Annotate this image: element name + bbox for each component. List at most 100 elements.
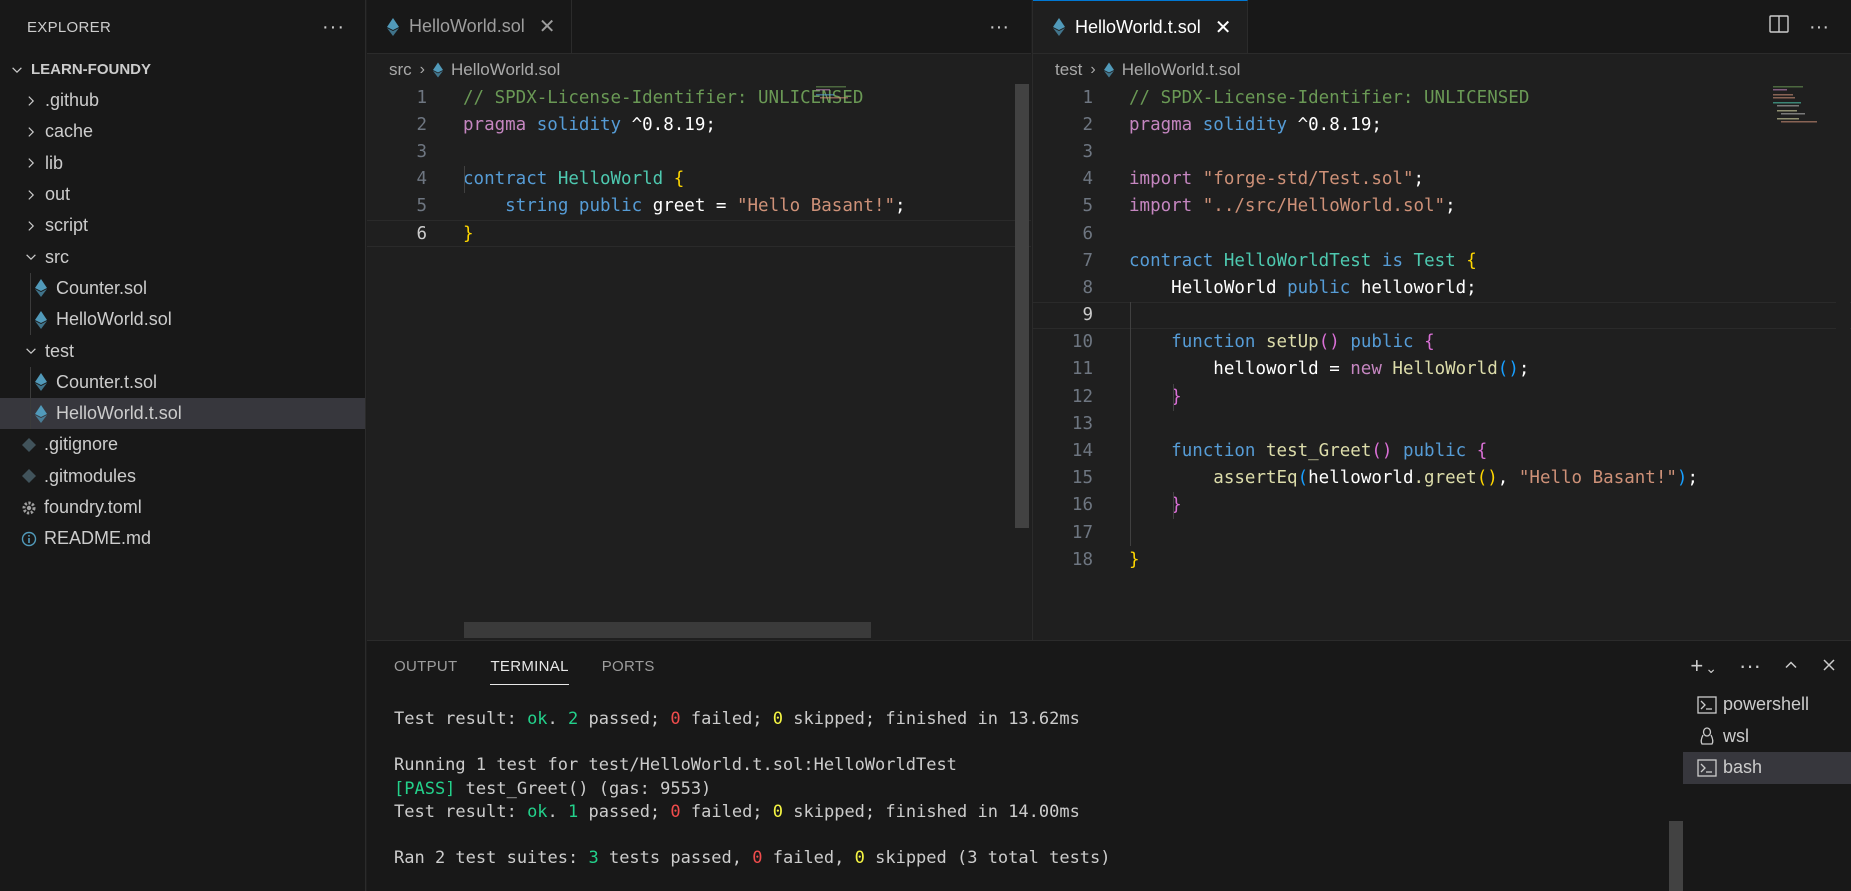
line-number: 2: [416, 114, 427, 135]
line-number: 4: [416, 169, 427, 190]
minimap[interactable]: [808, 84, 868, 640]
terminal-item-label: bash: [1723, 757, 1763, 778]
solidity-file-icon: [32, 310, 50, 329]
code-keyword: new: [1350, 359, 1382, 380]
tree-item-helloworld-t-sol[interactable]: HelloWorld.t.sol: [0, 397, 365, 430]
breadcrumb-file[interactable]: HelloWorld.sol: [451, 60, 560, 80]
chevron-right-icon: [22, 217, 40, 235]
code-text: ^0.8.19;: [1287, 114, 1382, 135]
more-actions-icon[interactable]: ···: [1809, 16, 1829, 39]
code-keyword: pragma: [463, 114, 527, 135]
line-number: 3: [1082, 141, 1093, 162]
more-actions-icon[interactable]: ···: [322, 16, 345, 39]
vertical-scrollbar[interactable]: [1836, 84, 1850, 640]
code-function: .greet: [1413, 468, 1477, 489]
terminal-output[interactable]: Test result: ok. 2 passed; 0 failed; 0 s…: [394, 709, 1111, 871]
code-text: helloworld;: [1360, 277, 1477, 298]
terminal-line: Running 1 test for test/HelloWorld.t.sol…: [394, 755, 957, 776]
maximize-panel-icon[interactable]: [1783, 653, 1799, 679]
tree-item-label: HelloWorld.t.sol: [56, 403, 182, 424]
tree-item-label: cache: [45, 121, 94, 142]
code-type: HelloWorld: [1171, 277, 1277, 298]
chevron-down-icon: [8, 61, 26, 79]
breadcrumb-folder[interactable]: test: [1055, 60, 1082, 80]
chevron-down-icon: [22, 248, 40, 266]
tree-item-gitignore[interactable]: .gitignore: [0, 429, 365, 460]
tree-item-label: README.md: [44, 528, 152, 549]
tab-terminal[interactable]: TERMINAL: [490, 641, 569, 691]
file-tree: .github cache lib out script src Counter.sol He…: [0, 85, 365, 554]
tree-item-lib[interactable]: lib: [0, 148, 365, 179]
code-keyword: import: [1129, 169, 1193, 190]
line-number: 3: [416, 141, 427, 162]
solidity-file-icon: [433, 62, 443, 78]
workspace-root[interactable]: LEARN-FOUNDY: [0, 54, 365, 85]
solidity-file-icon: [1053, 18, 1065, 36]
code-string: "forge-std/Test.sol": [1202, 169, 1414, 190]
tree-item-foundry-toml[interactable]: foundry.toml: [0, 492, 365, 523]
tree-item-label: .github: [45, 90, 100, 111]
editor-group-right: HelloWorld.t.sol ✕ ··· test › HelloWorld…: [1032, 0, 1851, 640]
line-number: 15: [1071, 468, 1093, 489]
code-type: Test: [1413, 250, 1456, 271]
terminal-item-powershell[interactable]: powershell: [1683, 689, 1851, 721]
code-editor[interactable]: 1// SPDX-License-Identifier: UNLICENSED …: [367, 84, 1031, 640]
horizontal-scrollbar[interactable]: [464, 622, 871, 638]
tree-item-gitmodules[interactable]: .gitmodules: [0, 461, 365, 492]
terminal-line: Test result: ok. 2 passed; 0 failed; 0 s…: [394, 709, 1080, 729]
minimap[interactable]: [1769, 84, 1829, 640]
tree-item-test[interactable]: test: [0, 335, 365, 366]
split-editor-icon[interactable]: [1769, 15, 1789, 39]
tree-item-script[interactable]: script: [0, 210, 365, 241]
code-text: helloworld: [1213, 359, 1319, 380]
tab-output[interactable]: OUTPUT: [394, 641, 457, 691]
tree-item-label: script: [45, 215, 89, 236]
breadcrumb: src › HelloWorld.sol: [367, 54, 1031, 86]
chevron-down-icon: [22, 342, 40, 360]
tree-item-out[interactable]: out: [0, 179, 365, 210]
code-text: greet: [652, 196, 706, 217]
tab-helloworld-t-sol[interactable]: HelloWorld.t.sol ✕: [1033, 0, 1249, 53]
line-number: 16: [1071, 495, 1093, 516]
breadcrumb-folder[interactable]: src: [389, 60, 412, 80]
more-actions-icon[interactable]: ···: [989, 16, 1009, 39]
tree-item-counter-sol[interactable]: Counter.sol: [0, 272, 365, 305]
tree-item-github[interactable]: .github: [0, 85, 365, 116]
info-icon: [20, 530, 38, 548]
tree-item-label: .gitignore: [44, 434, 119, 455]
close-icon[interactable]: ✕: [1215, 15, 1232, 40]
terminal-scrollbar[interactable]: [1669, 821, 1683, 891]
terminal-item-bash[interactable]: bash: [1683, 752, 1851, 784]
line-number: 14: [1071, 441, 1093, 462]
code-type: HelloWorldTest: [1223, 250, 1372, 271]
close-panel-icon[interactable]: [1821, 653, 1837, 679]
tree-item-cache[interactable]: cache: [0, 116, 365, 147]
terminal-line: Test result: ok. 1 passed; 0 failed; 0 s…: [394, 801, 1080, 822]
tree-item-helloworld-sol[interactable]: HelloWorld.sol: [0, 304, 365, 336]
tree-item-label: HelloWorld.sol: [56, 309, 172, 330]
code-function: HelloWorld: [1392, 359, 1498, 380]
more-actions-icon[interactable]: ···: [1739, 653, 1761, 679]
solidity-file-icon: [32, 279, 50, 298]
tree-item-label: Counter.sol: [56, 277, 148, 298]
line-number: 8: [1082, 277, 1093, 298]
code-keyword: public: [1287, 277, 1351, 298]
code-editor[interactable]: 1// SPDX-License-Identifier: UNLICENSED …: [1033, 84, 1851, 640]
chevron-right-icon: [22, 154, 40, 172]
line-number: 11: [1071, 359, 1093, 380]
breadcrumb: test › HelloWorld.t.sol: [1033, 54, 1851, 86]
close-icon[interactable]: ✕: [539, 14, 556, 39]
tree-item-src[interactable]: src: [0, 241, 365, 272]
line-number: 1: [1082, 87, 1093, 108]
new-terminal-icon[interactable]: + ⌄: [1690, 653, 1717, 679]
tree-item-label: test: [45, 340, 75, 361]
tree-item-readme-md[interactable]: README.md: [0, 523, 365, 554]
git-file-icon: [20, 436, 38, 454]
terminal-item-wsl[interactable]: wsl: [1683, 721, 1851, 753]
code-keyword: string: [505, 196, 569, 217]
tab-ports[interactable]: PORTS: [602, 641, 655, 691]
tab-helloworld-sol[interactable]: HelloWorld.sol ✕: [367, 0, 573, 53]
vertical-scrollbar[interactable]: [1015, 84, 1029, 640]
breadcrumb-file[interactable]: HelloWorld.t.sol: [1122, 60, 1241, 80]
tree-item-counter-t-sol[interactable]: Counter.t.sol: [0, 366, 365, 398]
